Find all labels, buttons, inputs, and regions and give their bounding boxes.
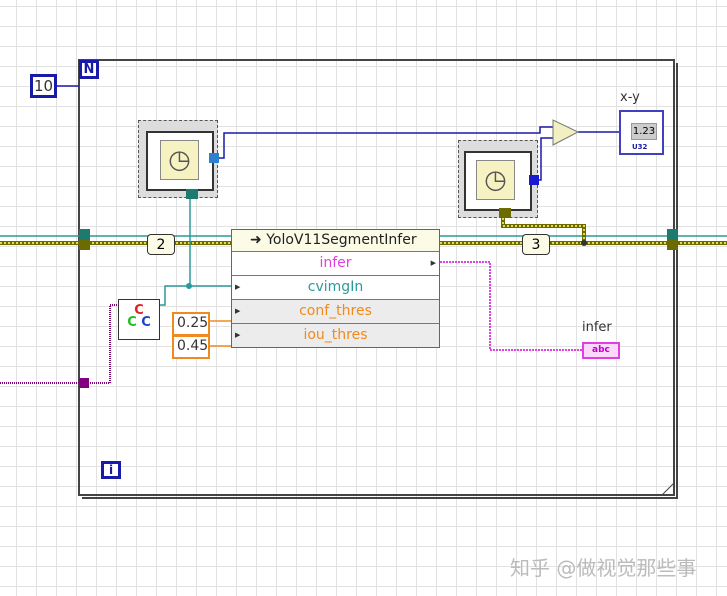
infer-indicator-label: infer xyxy=(582,320,612,335)
yolo-segment-infer-node[interactable]: ➜ YoloV11SegmentInfer infer ▶ ▶ cvimgIn ▶ c… xyxy=(231,229,440,348)
node-title: ➜ YoloV11SegmentInfer xyxy=(232,230,439,251)
loop-count-constant[interactable]: 10 xyxy=(30,74,57,98)
row-conf-thres[interactable]: ▶ conf_thres xyxy=(232,299,439,323)
xy-indicator: 1.23 U32 xyxy=(619,110,664,155)
constant-3[interactable]: 3 xyxy=(522,234,550,255)
iou-thres-constant[interactable]: 0.45 xyxy=(172,335,210,359)
subtract-icon xyxy=(552,119,580,146)
opencv-image-icon[interactable]: CC C xyxy=(118,299,160,340)
row-iou-thres[interactable]: ▶ iou_thres xyxy=(232,323,439,347)
iteration-terminal: i xyxy=(101,461,121,479)
infer-string-indicator: abc xyxy=(582,342,620,359)
conf-thres-constant[interactable]: 0.25 xyxy=(172,312,210,336)
constant-2[interactable]: 2 xyxy=(147,234,175,255)
watermark: 知乎 @做视觉那些事 xyxy=(510,556,697,580)
tick-count-icon[interactable]: ◷ xyxy=(458,140,539,218)
loop-count-terminal: N xyxy=(79,60,99,79)
row-cvimgin[interactable]: ▶ cvimgIn xyxy=(232,275,439,299)
row-infer[interactable]: infer ▶ xyxy=(232,251,439,275)
xy-indicator-label: x-y xyxy=(620,90,640,105)
tick-count-icon[interactable]: ◷ xyxy=(138,120,219,199)
